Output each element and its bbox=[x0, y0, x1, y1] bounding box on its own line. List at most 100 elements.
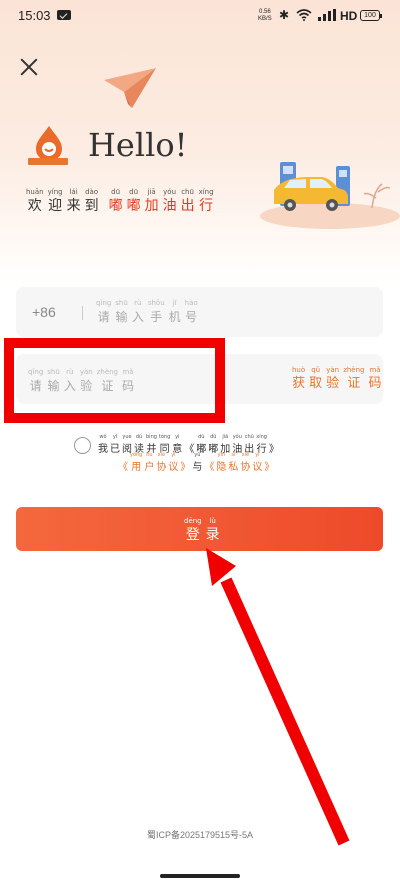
ruby-char: hào 号 bbox=[185, 299, 198, 326]
ruby-char: yàn 验 bbox=[326, 366, 339, 393]
ruby-pinyin: chū bbox=[244, 434, 254, 440]
gas-station-car-illustration bbox=[260, 162, 400, 229]
ruby-char: 》 bbox=[264, 452, 274, 477]
ruby-pinyin: jī bbox=[172, 299, 177, 307]
welcome-text: huān 欢 yíng 迎 lái 来 dào 到 dū 嘟 dū 嘟 jiā 加 yóu 油 chū 出 xín… bbox=[26, 188, 218, 215]
notification-icon bbox=[57, 10, 71, 20]
ruby-hanzi: 取 bbox=[309, 376, 323, 391]
ruby-hanzi: 码 bbox=[368, 376, 382, 391]
ruby-hanzi: 协 bbox=[156, 462, 167, 473]
ruby-hanzi: 用 bbox=[131, 462, 142, 473]
phone-input-field[interactable]: +86 qǐng 请 shū 输 rù 入 shǒu 手 jī 机 hào 号 bbox=[16, 287, 383, 337]
ruby-hanzi: 私 bbox=[228, 462, 239, 473]
ruby-hanzi: 协 bbox=[240, 462, 251, 473]
ruby-pinyin: wǒ bbox=[99, 434, 107, 440]
ruby-pinyin bbox=[122, 452, 124, 459]
ruby-pinyin bbox=[209, 452, 211, 459]
ruby-hanzi: 到 bbox=[84, 198, 99, 214]
network-speed-unit: KB/S bbox=[258, 16, 272, 22]
ruby-hanzi: 户 bbox=[144, 462, 155, 473]
ruby-pinyin: hào bbox=[184, 299, 198, 307]
phone-placeholder: qǐng 请 shū 输 rù 入 shǒu 手 jī 机 hào 号 bbox=[96, 299, 202, 326]
ruby-pinyin: yuè bbox=[122, 434, 132, 440]
ruby-char: lù 录 bbox=[206, 517, 220, 544]
ruby-hanzi: 证 bbox=[347, 376, 361, 391]
ruby-hanzi: 加 bbox=[144, 198, 159, 214]
ruby-hanzi: 嘟 bbox=[126, 198, 141, 214]
ruby-pinyin: sī bbox=[231, 452, 236, 458]
ruby-hanzi: 》 bbox=[264, 462, 275, 473]
ruby-pinyin: xié bbox=[241, 452, 250, 458]
ruby-pinyin: dū bbox=[198, 434, 205, 440]
ruby-char: shǒu 手 bbox=[148, 299, 165, 326]
get-code-button[interactable]: huò 获 qǔ 取 yàn 验 zhèng 证 mǎ 码 bbox=[292, 366, 386, 393]
ruby-char: hù 户 bbox=[144, 452, 154, 477]
ruby-char: 《 bbox=[204, 452, 214, 477]
status-bar: 15:03 0.56 KB/S ✱ HD 100 bbox=[0, 0, 400, 30]
ruby-pinyin: lái bbox=[69, 188, 78, 196]
bluetooth-icon: ✱ bbox=[279, 8, 290, 22]
ruby-char: wǒ 我 bbox=[98, 434, 108, 459]
ruby-pinyin: yì bbox=[171, 452, 176, 458]
ruby-pinyin: huān bbox=[26, 188, 44, 196]
agreement-links: 《 yòng 用 hù 户 xié 协 yì 议 》 yǔ 与 《 yǐn 隐 sī 私 xié 协 yì 议 》 bbox=[118, 452, 276, 477]
ruby-pinyin: zhèng bbox=[343, 366, 365, 374]
ruby-char: rù 入 bbox=[132, 299, 144, 326]
ruby-hanzi: 嘟 bbox=[108, 198, 123, 214]
ruby-hanzi: 机 bbox=[168, 310, 181, 324]
ruby-pinyin: jiā bbox=[222, 434, 229, 440]
privacy-agreement-link[interactable]: 《 yǐn 隐 sī 私 xié 协 yì 议 》 bbox=[204, 452, 276, 477]
welcome-prefix: huān 欢 yíng 迎 lái 来 dào 到 bbox=[26, 188, 103, 215]
ruby-char: yì 议 bbox=[168, 452, 178, 477]
ruby-pinyin: shǒu bbox=[147, 299, 165, 307]
ruby-char: dào 到 bbox=[85, 188, 99, 215]
ruby-pinyin: yíng bbox=[47, 188, 63, 196]
signal-icon bbox=[318, 9, 336, 21]
ruby-hanzi: 来 bbox=[66, 198, 81, 214]
ruby-hanzi: 欢 bbox=[27, 198, 42, 214]
ruby-pinyin: yóu bbox=[163, 188, 177, 196]
ruby-pinyin bbox=[273, 434, 275, 441]
ruby-hanzi: 油 bbox=[162, 198, 177, 214]
ruby-char: yóu 油 bbox=[163, 188, 177, 215]
ruby-pinyin: jiā bbox=[147, 188, 156, 196]
home-indicator[interactable] bbox=[160, 874, 240, 878]
ruby-char: xíng 行 bbox=[199, 188, 214, 215]
ruby-hanzi: 请 bbox=[97, 310, 110, 324]
field-divider bbox=[82, 306, 83, 320]
ruby-char: jiā 加 bbox=[145, 188, 159, 215]
user-agreement-link[interactable]: 《 yòng 用 hù 户 xié 协 yì 议 》 bbox=[118, 452, 192, 477]
close-icon[interactable] bbox=[18, 56, 40, 78]
ruby-pinyin: yì bbox=[175, 434, 180, 440]
ruby-pinyin: yǔ bbox=[194, 452, 201, 458]
ruby-char: qǐng 请 bbox=[96, 299, 111, 326]
ruby-pinyin bbox=[269, 452, 271, 459]
ruby-hanzi: 验 bbox=[326, 376, 340, 391]
ruby-pinyin: dēng bbox=[184, 517, 202, 525]
agreement-checkbox[interactable] bbox=[74, 437, 91, 454]
network-speed: 0.56 KB/S bbox=[258, 9, 272, 23]
ruby-char: yì 议 bbox=[252, 452, 262, 477]
ruby-pinyin: chū bbox=[181, 188, 194, 196]
network-type: HD bbox=[340, 9, 358, 23]
ruby-hanzi: 隐 bbox=[216, 462, 227, 473]
ruby-char: shū 输 bbox=[115, 299, 128, 326]
ruby-char: yíng 迎 bbox=[48, 188, 63, 215]
logo-name bbox=[28, 158, 68, 165]
ruby-char: jī 机 bbox=[169, 299, 181, 326]
country-code[interactable]: +86 bbox=[32, 304, 56, 320]
ruby-pinyin: rù bbox=[134, 299, 142, 307]
ruby-pinyin: huò bbox=[292, 366, 306, 374]
annotation-highlight-box bbox=[4, 338, 225, 423]
ruby-hanzi: 与 bbox=[192, 462, 203, 473]
ruby-pinyin: yǐn bbox=[217, 452, 226, 458]
ruby-char: yòng 用 bbox=[130, 452, 142, 477]
ruby-pinyin: tóng bbox=[158, 434, 171, 440]
ruby-hanzi: 号 bbox=[185, 310, 198, 324]
ruby-char: lái 来 bbox=[67, 188, 81, 215]
ruby-char: chū 出 bbox=[181, 188, 195, 215]
ruby-pinyin: yóu bbox=[232, 434, 242, 440]
ruby-hanzi: 录 bbox=[205, 527, 220, 543]
ruby-pinyin: xíng bbox=[256, 434, 267, 440]
wifi-icon bbox=[296, 9, 312, 21]
